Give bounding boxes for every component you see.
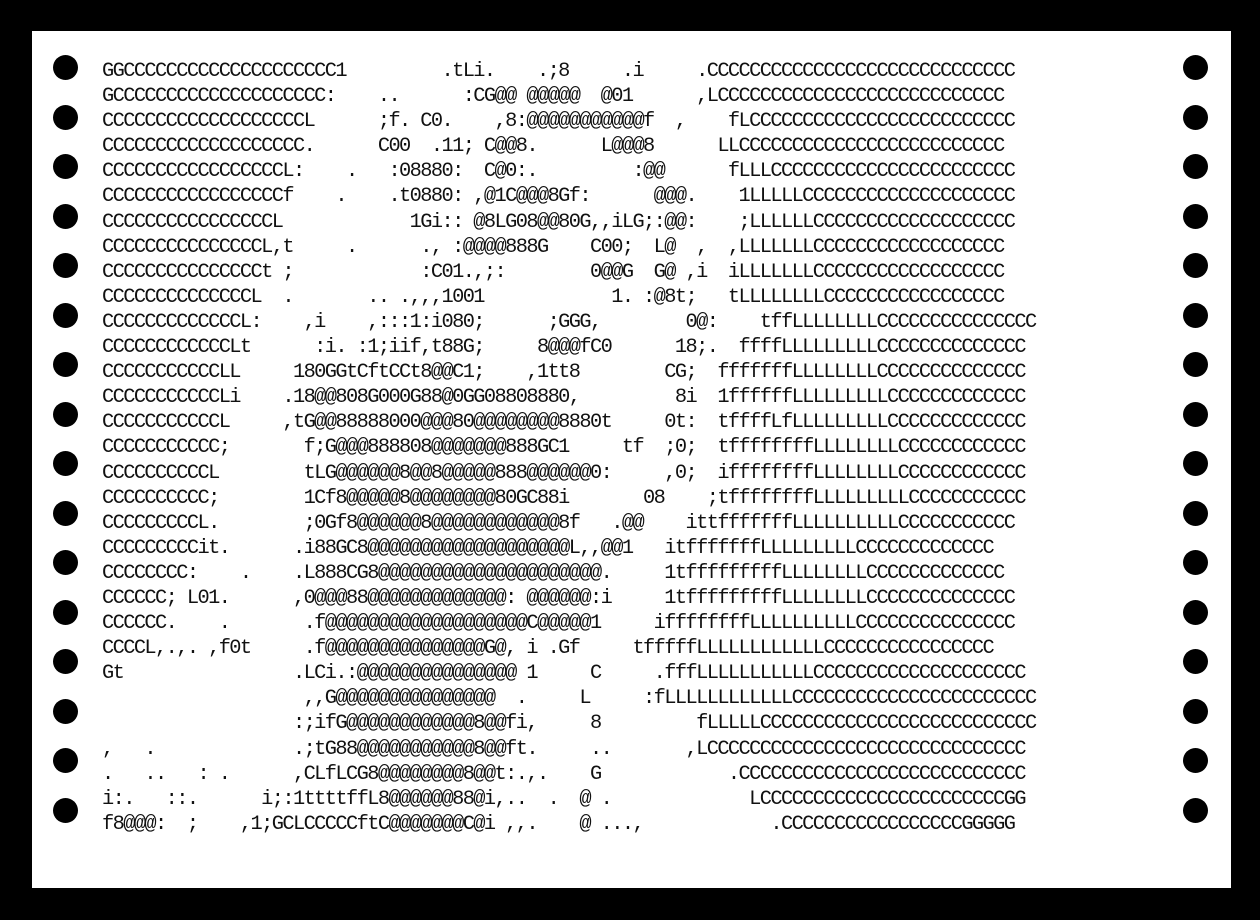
ascii-art-line: CCCCCC; L01. ,0@@@88@@@@@@@@@@@@@: @@@@@… bbox=[102, 586, 1016, 610]
ascii-art-line: CCCCCCCCCCCCCCCCCCC. C00 .11; C@@8. L@@@… bbox=[102, 135, 1005, 159]
perforation-hole bbox=[1183, 253, 1208, 278]
ascii-art-line: CCCCCCCCCCCCCCCCL 1Gi:: @8LG08@@80G,,iLG… bbox=[102, 210, 1016, 234]
perforation-hole bbox=[53, 797, 78, 823]
perforation-hole bbox=[1183, 550, 1208, 575]
left-perforation-holes bbox=[53, 55, 79, 847]
ascii-art-line: CCCCCCCCCCCCCCCCCf . .t0880: ,@1C@@@8Gf:… bbox=[102, 185, 1016, 209]
perforation-hole bbox=[53, 253, 78, 278]
perforation-hole bbox=[1183, 154, 1208, 179]
ascii-art-line: CCCCCCCCCCCCLt :i. :1;iif,t88G; 8@@@fC0 … bbox=[102, 336, 1027, 360]
perforation-hole bbox=[53, 104, 78, 130]
ascii-art-line: CCCCL,.,. ,f0t .f@@@@@@@@@@@@@@@G@, i .G… bbox=[102, 637, 995, 661]
ascii-art-line: CCCCCCCC: . .L888CG8@@@@@@@@@@@@@@@@@@@@… bbox=[102, 561, 1005, 585]
ascii-art-line: CCCCCCCCCL. ;0Gf8@@@@@@8@@@@@@@@@@@@8f .… bbox=[102, 511, 1016, 535]
perforation-hole bbox=[53, 154, 78, 179]
perforation-hole bbox=[53, 401, 78, 427]
ascii-art-line: :;ifG@@@@@@@@@@@@8@@fi, 8 fLLLLLCCCCCCCC… bbox=[102, 712, 1037, 736]
ascii-art-line: , . .;tG88@@@@@@@@@@@8@@ft. .. ,LCCCCCCC… bbox=[102, 737, 1027, 761]
ascii-art-line: CCCCCCCCCCCLL 180GGtCftCCt8@@C1; ,1tt8 C… bbox=[102, 361, 1027, 385]
ascii-art-line: GCCCCCCCCCCCCCCCCCCCC: .. :CG@@ @@@@@ @0… bbox=[102, 85, 1005, 109]
ascii-art-line: GGCCCCCCCCCCCCCCCCCCCC1 .tLi. .;8 .i .CC… bbox=[102, 60, 1016, 83]
ascii-art-line: CCCCCCCCCCCCCL: ,i ,:::1:i080; ;GGG, 0@:… bbox=[102, 310, 1037, 334]
perforation-hole bbox=[53, 698, 78, 724]
ascii-art-line: CCCCCCCCCit. .i88GC8@@@@@@@@@@@@@@@@@@@L… bbox=[102, 536, 995, 560]
perforation-hole bbox=[53, 451, 78, 476]
ascii-art-line: i:. ::. i;:1ttttffL8@@@@@@88@i,.. . @ . … bbox=[102, 787, 1027, 811]
ascii-art-line: CCCCCCCCCCCCCCCL,t . ., :@@@@888G C00; L… bbox=[102, 235, 1005, 259]
ascii-art-line: f8@@@: ; ,1;GCLCCCCCftC@@@@@@@C@i ,,. @ … bbox=[102, 812, 1016, 836]
perforation-hole bbox=[53, 500, 78, 526]
ascii-art-line: CCCCCCCCCCCCCCCCCL: . :08880: C@0:. :@@ … bbox=[102, 160, 1016, 184]
perforation-hole bbox=[1183, 203, 1208, 229]
perforation-hole bbox=[53, 748, 78, 773]
perforation-hole bbox=[1183, 797, 1208, 823]
perforation-hole bbox=[1183, 104, 1208, 130]
ascii-art-line: ,,G@@@@@@@@@@@@@@@ . L :fLLLLLLLLLLLLCCC… bbox=[102, 687, 1038, 711]
perforation-hole bbox=[53, 550, 78, 575]
ascii-art-line: CCCCCCCCCCC; f;G@@@888808@@@@@@@888GC1 t… bbox=[102, 436, 1027, 460]
perforation-hole bbox=[1183, 698, 1208, 724]
perforation-hole bbox=[53, 302, 78, 328]
perforation-hole bbox=[1183, 500, 1208, 526]
perforation-hole bbox=[1183, 451, 1208, 476]
perforation-hole bbox=[53, 599, 78, 625]
ascii-art-line: CCCCCCCCCCL tLG@@@@@@8@@8@@@@@888@@@@@@0… bbox=[102, 461, 1027, 485]
perforation-hole bbox=[1183, 352, 1208, 377]
ascii-art-line: CCCCCCCCCCCLi .18@@808G000G88@0GG0880888… bbox=[102, 386, 1027, 410]
ascii-art-line: CCCCCCCCCCCCCCCCCCCL ;f. C0. ,8:@@@@@@@@… bbox=[102, 110, 1016, 134]
ascii-art-line: CCCCCCCCCCCCCCL . .. .,,,1001 1. :@8t; t… bbox=[102, 285, 1005, 309]
ascii-art-line: CCCCCCCCCC; 1Cf8@@@@@8@@@@@@@@80GC88i 08… bbox=[102, 486, 1027, 510]
perforation-hole bbox=[1183, 302, 1208, 328]
ascii-art-line: . .. : . ,CLfLCG8@@@@@@@@8@@t:.,. G .CCC… bbox=[102, 762, 1027, 786]
ascii-art-line: CCCCCCCCCCCCCCCt ; :C01.,;: 0@@G G@ ,i i… bbox=[102, 260, 1005, 284]
right-perforation-holes bbox=[1183, 55, 1209, 847]
perforation-hole bbox=[53, 649, 78, 674]
perforation-hole bbox=[1183, 401, 1208, 427]
perforation-hole bbox=[53, 203, 78, 229]
ascii-art-line: CCCCCC. . .f@@@@@@@@@@@@@@@@@@@C@@@@@1 i… bbox=[102, 612, 1016, 636]
ascii-art-line: Gt .LCi.:@@@@@@@@@@@@@@@ 1 C .fffLLLLLLL… bbox=[102, 662, 1027, 686]
perforation-hole bbox=[1183, 649, 1208, 674]
perforation-hole bbox=[1183, 55, 1208, 80]
perforation-hole bbox=[53, 352, 78, 377]
perforation-hole bbox=[1183, 599, 1208, 625]
perforation-hole bbox=[53, 55, 78, 80]
ascii-art-image: GGCCCCCCCCCCCCCCCCCCCC1 .tLi. .;8 .i .CC… bbox=[102, 59, 1038, 837]
ascii-art-line: CCCCCCCCCCCL ,tG@@88888000@@@80@@@@@@@@8… bbox=[102, 411, 1027, 435]
perforation-hole bbox=[1183, 748, 1208, 773]
